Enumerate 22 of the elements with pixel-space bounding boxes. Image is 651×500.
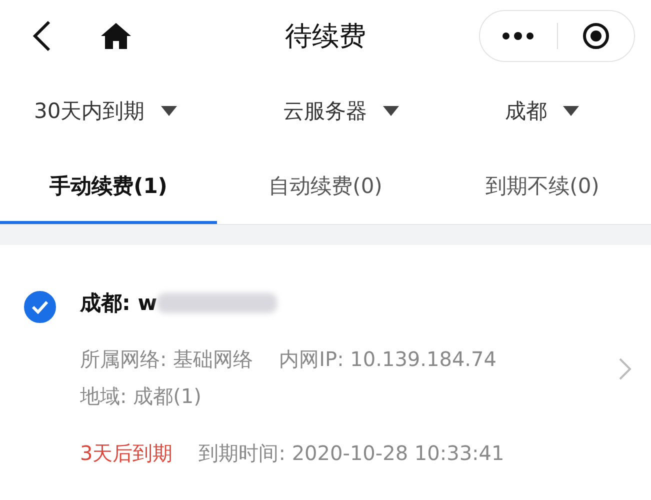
chevron-right-icon — [619, 358, 631, 380]
expiry-time: 到期时间: 2020-10-28 10:33:41 — [198, 440, 504, 467]
check-icon — [31, 300, 49, 314]
more-icon — [502, 32, 534, 40]
caret-icon — [382, 106, 399, 116]
filter-dropdown[interactable]: 成都 — [504, 97, 579, 125]
filter-dropdown[interactable]: 云服务器 — [282, 97, 399, 125]
page-title: 待续费 — [285, 20, 366, 54]
expiry-status: 3天后到期 — [80, 440, 173, 467]
checkbox[interactable] — [24, 291, 56, 323]
caret-icon — [562, 106, 579, 116]
region-text: 地域: 成都(1) — [80, 383, 202, 410]
home-icon — [100, 22, 132, 50]
tab[interactable]: 到期不续(0) — [434, 150, 651, 224]
caret-icon — [160, 106, 177, 116]
ip-text: 内网IP: 10.139.184.74 — [279, 346, 496, 373]
back-icon — [32, 20, 52, 52]
filter-dropdown[interactable]: 30天内到期 — [34, 97, 177, 125]
network-text: 所属网络: 基础网络 — [80, 346, 254, 373]
tab[interactable]: 自动续费(0) — [217, 150, 434, 224]
target-icon — [582, 22, 610, 50]
instance-name: 成都: w — [80, 290, 158, 317]
